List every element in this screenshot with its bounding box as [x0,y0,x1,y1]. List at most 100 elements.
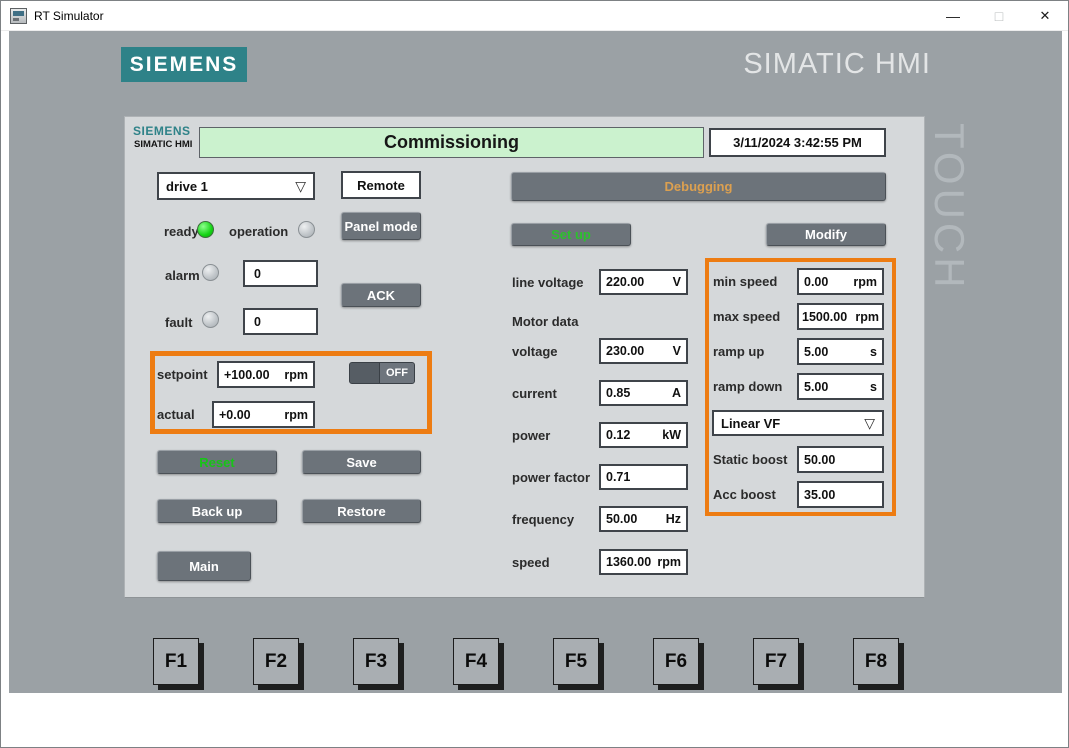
ramp-down-unit: s [870,380,877,394]
f5-key[interactable]: F5 [553,638,599,685]
voltage-value: 230.00 [606,344,644,358]
actual-unit: rpm [284,408,308,422]
onoff-toggle[interactable]: OFF [349,362,415,384]
param-label: Static boost [713,452,787,467]
frequency-unit: Hz [666,512,681,526]
hmi-bezel: SIEMENS SIMATIC HMI TOUCH SIEMENS SIMATI… [9,31,1062,693]
close-button[interactable]: ✕ [1022,1,1068,31]
titlebar: RT Simulator — □ ✕ [1,1,1068,31]
speed-unit: rpm [657,555,681,569]
power-field: 0.12 kW [599,422,688,448]
speed-value: 1360.00 [606,555,651,569]
frequency-value: 50.00 [606,512,637,526]
line-voltage-field: 220.00 V [599,269,688,295]
fault-value: 0 [254,315,261,329]
f3-key[interactable]: F3 [353,638,399,685]
static-boost-field[interactable]: 50.00 [797,446,884,473]
motor-row-label: speed [512,555,550,570]
fault-led [202,311,219,328]
param-label: min speed [713,274,777,289]
actual-field: +0.00 rpm [212,401,315,428]
debugging-button[interactable]: Debugging [511,172,886,201]
operation-led [298,221,315,238]
actual-label: actual [157,407,195,422]
f2-key[interactable]: F2 [253,638,299,685]
alarm-label: alarm [165,268,200,283]
motor-row-label: current [512,386,557,401]
maximize-button[interactable]: □ [976,1,1022,31]
actual-value: +0.00 [219,408,251,422]
datetime-display: 3/11/2024 3:42:55 PM [709,128,886,157]
ramp-down-value: 5.00 [804,380,828,394]
speed-field: 1360.00 rpm [599,549,688,575]
line-voltage-value: 220.00 [606,275,644,289]
maximize-icon: □ [995,8,1003,24]
alarm-value: 0 [254,267,261,281]
ramp-up-unit: s [870,345,877,359]
remote-button[interactable]: Remote [341,171,421,199]
f6-key[interactable]: F6 [653,638,699,685]
drive-select[interactable]: drive 1 ▽ [157,172,315,200]
min-speed-unit: rpm [853,275,877,289]
minimize-button[interactable]: — [930,1,976,31]
modify-button[interactable]: Modify [766,223,886,246]
fault-label: fault [165,315,192,330]
min-speed-field[interactable]: 0.00 rpm [797,268,884,295]
hmi-screen: SIEMENS SIMATIC HMI Commissioning 3/11/2… [124,116,925,598]
setpoint-field[interactable]: +100.00 rpm [217,361,315,388]
setup-button[interactable]: Set up [511,223,631,246]
ramp-down-field[interactable]: 5.00 s [797,373,884,400]
siemens-logo: SIEMENS [121,47,247,82]
simatic-hmi-label: SIMATIC HMI [649,48,931,84]
alarm-led [202,264,219,281]
screen-siemens-logo: SIEMENS [133,124,191,138]
toggle-knob [350,363,380,383]
current-value: 0.85 [606,386,630,400]
setpoint-label: setpoint [157,367,208,382]
power-factor-field: 0.71 [599,464,688,490]
drive-select-value: drive 1 [166,179,208,194]
panel-mode-button[interactable]: Panel mode [341,212,421,240]
max-speed-field[interactable]: 1500.00 rpm [797,303,884,330]
ready-led [197,221,214,238]
page-title: Commissioning [199,127,704,158]
vf-curve-select-value: Linear VF [721,416,780,431]
motor-row-label: voltage [512,344,558,359]
restore-button[interactable]: Restore [302,499,421,523]
setpoint-unit: rpm [284,368,308,382]
touch-label: TOUCH [925,123,973,343]
power-value: 0.12 [606,428,630,442]
close-icon: ✕ [1040,8,1051,24]
power-factor-value: 0.71 [606,470,630,484]
screen-simatic-label: SIMATIC HMI [134,139,192,150]
setpoint-value: +100.00 [224,368,270,382]
chevron-down-icon: ▽ [295,178,306,195]
app-icon [10,8,27,24]
current-field: 0.85 A [599,380,688,406]
rt-simulator-window: RT Simulator — □ ✕ SIEMENS SIMATIC HMI T… [0,0,1069,748]
backup-button[interactable]: Back up [157,499,277,523]
window-title: RT Simulator [34,9,104,23]
min-speed-value: 0.00 [804,275,828,289]
line-voltage-unit: V [673,275,681,289]
vf-curve-select[interactable]: Linear VF ▽ [712,410,884,436]
f7-key[interactable]: F7 [753,638,799,685]
main-button[interactable]: Main [157,551,251,581]
motor-row-label: power factor [512,470,590,485]
static-boost-value: 50.00 [804,453,835,467]
f8-key[interactable]: F8 [853,638,899,685]
param-label: ramp down [713,379,782,394]
ramp-up-field[interactable]: 5.00 s [797,338,884,365]
current-unit: A [672,386,681,400]
f4-key[interactable]: F4 [453,638,499,685]
chevron-down-icon: ▽ [864,415,875,432]
acc-boost-value: 35.00 [804,488,835,502]
motor-data-heading: Motor data [512,314,578,329]
param-label: max speed [713,309,780,324]
param-label: ramp up [713,344,764,359]
save-button[interactable]: Save [302,450,421,474]
acc-boost-field[interactable]: 35.00 [797,481,884,508]
ack-button[interactable]: ACK [341,283,421,307]
f1-key[interactable]: F1 [153,638,199,685]
reset-button[interactable]: Reset [157,450,277,474]
